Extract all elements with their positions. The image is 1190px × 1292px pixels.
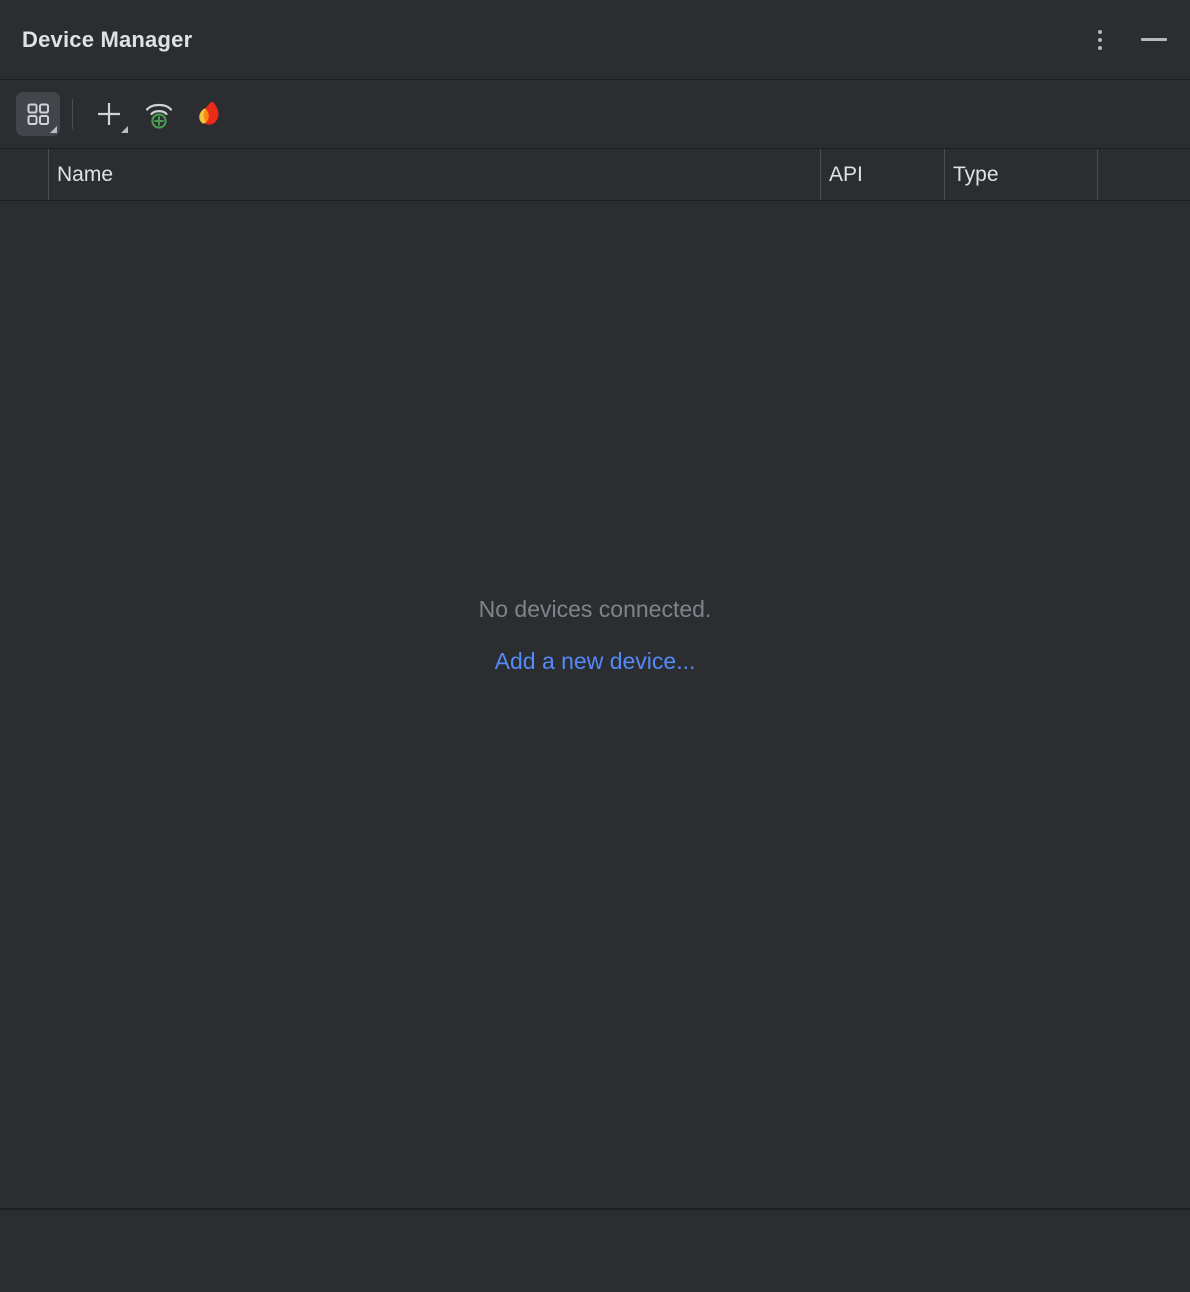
plus-icon (94, 99, 124, 129)
bottom-panel (0, 1210, 1190, 1292)
device-grid-view-button[interactable] (16, 92, 60, 136)
table-column-header-name[interactable]: Name (48, 149, 820, 200)
firebase-flame-icon (194, 99, 224, 129)
toolbar-separator (72, 99, 73, 129)
pair-wifi-device-button[interactable] (137, 92, 181, 136)
table-column-header-type[interactable]: Type (944, 149, 1097, 200)
chevron-down-icon (50, 126, 57, 133)
device-manager-toolbar (0, 80, 1190, 149)
table-column-header-lead[interactable] (0, 149, 48, 200)
titlebar-actions (1086, 26, 1168, 54)
grid-icon (25, 101, 51, 127)
table-column-header-api[interactable]: API (820, 149, 944, 200)
minimize-icon (1141, 38, 1167, 41)
device-list-area: No devices connected. Add a new device..… (0, 201, 1190, 1208)
chevron-down-icon (121, 126, 128, 133)
page-title: Device Manager (22, 27, 192, 53)
firebase-test-lab-button[interactable] (187, 92, 231, 136)
device-table-header: Name API Type (0, 149, 1190, 201)
table-column-header-actions[interactable] (1097, 149, 1190, 200)
add-new-device-link[interactable]: Add a new device... (495, 649, 696, 674)
wifi-plus-icon (143, 98, 175, 130)
add-device-button[interactable] (87, 92, 131, 136)
window-titlebar: Device Manager (0, 0, 1190, 80)
empty-state: No devices connected. Add a new device..… (0, 597, 1190, 675)
more-vertical-icon (1098, 30, 1102, 50)
device-manager-window: Device Manager (0, 0, 1190, 1292)
empty-state-message: No devices connected. (0, 597, 1190, 622)
minimize-button[interactable] (1140, 26, 1168, 54)
more-options-button[interactable] (1086, 26, 1114, 54)
